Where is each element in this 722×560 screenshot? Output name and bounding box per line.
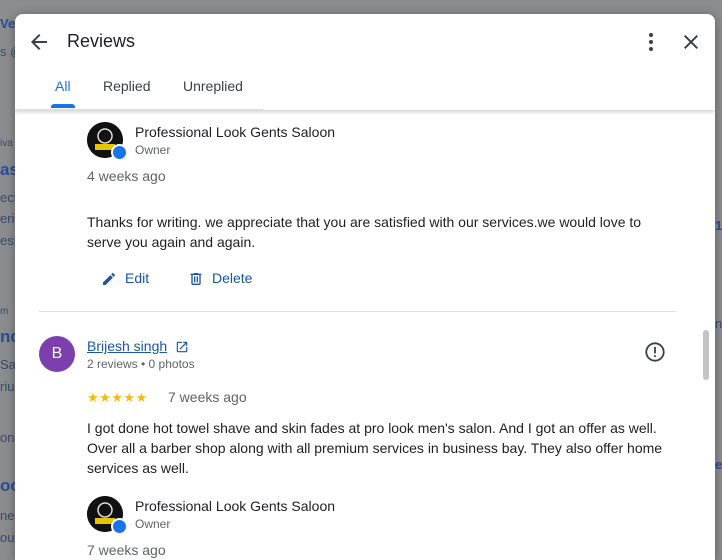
bg-fragment: es [715,457,722,472]
owner-name: Professional Look Gents Saloon [135,124,336,140]
reply-text: Thanks for writing. we appreciate that y… [87,214,642,250]
active-tab-indicator [51,104,75,108]
reviews-list[interactable]: Professional Look Gents Saloon Owner 4 w… [15,110,715,560]
tab-all[interactable]: All [55,78,71,94]
more-options-button[interactable] [639,30,663,54]
review-text: I got done hot towel shave and skin fade… [87,420,663,476]
report-icon [645,342,665,362]
bg-fragment: Ve [0,16,16,31]
owner-name: Professional Look Gents Saloon [135,498,336,514]
report-review-button[interactable] [644,341,666,363]
close-icon [684,35,698,49]
dialog-header: Reviews All Replied Unreplied [15,14,715,110]
reviewer-meta: 2 reviews • 0 photos [87,357,195,371]
review-divider [39,311,676,312]
verified-badge-icon [111,144,128,161]
bg-fragment: ou [0,530,15,545]
verified-badge-icon [111,518,128,535]
reviewer-name: Brijesh singh [87,338,168,354]
edit-label: Edit [125,270,150,286]
owner-role: Owner [135,517,171,531]
pencil-icon [103,273,115,285]
more-vert-icon [649,33,653,51]
owner-role: Owner [135,143,171,157]
open-in-new-icon [176,341,188,353]
scrollbar-thumb[interactable] [703,330,709,380]
reply-time: 7 weeks ago [87,542,166,558]
back-button[interactable] [27,30,51,54]
close-button[interactable] [679,30,703,54]
trash-icon [190,273,202,285]
reviewer-avatar[interactable]: B [39,336,75,372]
bg-fragment: iva [0,138,13,149]
tab-replied[interactable]: Replied [103,78,150,94]
tabs-divider [15,109,263,110]
star-rating: ★★★★★ [87,390,148,405]
reviewer-name-link[interactable]: Brijesh singh [87,338,188,354]
bg-fragment: m [0,306,9,317]
bg-fragment: n. [715,316,722,331]
bg-fragment: 10 [715,218,722,233]
dialog-title: Reviews [67,31,136,51]
tab-unreplied[interactable]: Unreplied [183,78,243,94]
reply-time: 4 weeks ago [87,168,166,184]
review-time: 7 weeks ago [168,389,247,405]
reviews-dialog: Reviews All Replied Unreplied Profession… [15,14,715,560]
arrow-back-icon [31,34,47,50]
delete-label: Delete [212,270,253,286]
